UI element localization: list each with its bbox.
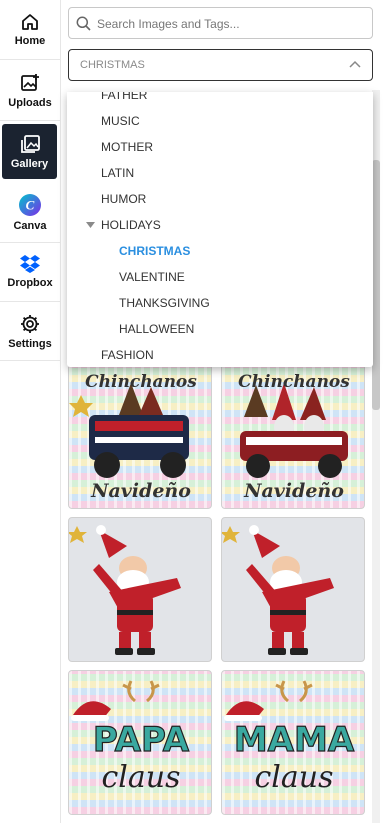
rail-dropbox-label: Dropbox: [7, 276, 53, 289]
art-text-top: MAMA: [234, 720, 355, 760]
dropbox-icon: [20, 254, 40, 273]
home-icon: [22, 13, 38, 30]
option-christmas[interactable]: CHRISTMAS: [119, 244, 190, 258]
rail-gallery[interactable]: Gallery: [2, 124, 57, 179]
option-thanksgiving[interactable]: THANKSGIVING: [119, 296, 210, 310]
art-text-top: PAPA: [93, 720, 190, 760]
chevron-up-icon: [349, 60, 361, 68]
gear-icon: [21, 314, 39, 333]
rail-settings-label: Settings: [8, 337, 52, 350]
papa-claus-art: PAPA claus: [71, 680, 190, 795]
rail-uploads-label: Uploads: [8, 96, 52, 109]
art-text-bottom: claus: [255, 760, 334, 795]
rail-canva[interactable]: C Canva: [0, 187, 60, 237]
option-holidays[interactable]: HOLIDAYS: [101, 218, 161, 232]
option-mother[interactable]: MOTHER: [101, 140, 153, 154]
gallery-image-1[interactable]: Chinchanos Navideño: [68, 364, 212, 509]
svg-text:C: C: [26, 197, 35, 212]
gallery-image-6[interactable]: MAMA claus: [221, 670, 365, 815]
gallery-image-5[interactable]: PAPA claus: [68, 670, 212, 815]
gallery-image-2[interactable]: Chinchanos Navideño: [221, 364, 365, 509]
art-text-bottom: Navideño: [90, 480, 191, 502]
rail-canva-label: Canva: [13, 219, 47, 232]
rail-home[interactable]: Home: [0, 4, 60, 54]
rail-gallery-label: Gallery: [10, 158, 49, 170]
rail-uploads[interactable]: Uploads: [0, 65, 60, 115]
option-father[interactable]: FATHER: [101, 92, 147, 102]
option-latin[interactable]: LATIN: [101, 166, 134, 180]
gallery-icon: [20, 135, 40, 153]
gallery-image-4[interactable]: [221, 517, 365, 662]
rail-dropbox[interactable]: Dropbox: [0, 246, 60, 296]
art-text-bottom: Navideño: [243, 480, 344, 502]
rail-home-label: Home: [14, 34, 46, 47]
option-halloween[interactable]: HALLOWEEN: [119, 322, 194, 336]
art-text-top: Chinchanos: [85, 372, 197, 392]
caret-down-icon[interactable]: [86, 222, 95, 228]
left-rail: Home Uploads Gallery C Canva Dropbox Set…: [0, 0, 61, 823]
search-icon: [76, 16, 91, 31]
search-box[interactable]: [68, 7, 373, 40]
search-input[interactable]: [95, 8, 369, 40]
category-select[interactable]: CHRISTMAS: [68, 49, 373, 81]
dabbing-santa-art: [69, 525, 181, 655]
mama-claus-art: MAMA claus: [224, 680, 355, 795]
option-fashion[interactable]: FASHION: [101, 348, 154, 362]
category-dropdown: FATHER MUSIC MOTHER LATIN HUMOR HOLIDAYS…: [67, 92, 373, 367]
jeep-gnomes-art: Chinchanos Navideño: [69, 372, 197, 502]
upload-image-icon: [21, 73, 39, 91]
dabbing-santa-art: [222, 525, 334, 655]
rail-settings[interactable]: Settings: [0, 306, 60, 356]
option-humor[interactable]: HUMOR: [101, 192, 146, 206]
gallery-image-3[interactable]: [68, 517, 212, 662]
jeep-gnomes-art: Chinchanos Navideño: [238, 372, 350, 502]
canva-icon: C: [19, 193, 41, 216]
art-text-bottom: claus: [102, 760, 181, 795]
category-select-value: CHRISTMAS: [80, 59, 145, 71]
option-music[interactable]: MUSIC: [101, 114, 140, 128]
option-valentine[interactable]: VALENTINE: [119, 270, 185, 284]
art-text-top: Chinchanos: [238, 372, 350, 392]
scrollbar-thumb[interactable]: [372, 160, 380, 410]
